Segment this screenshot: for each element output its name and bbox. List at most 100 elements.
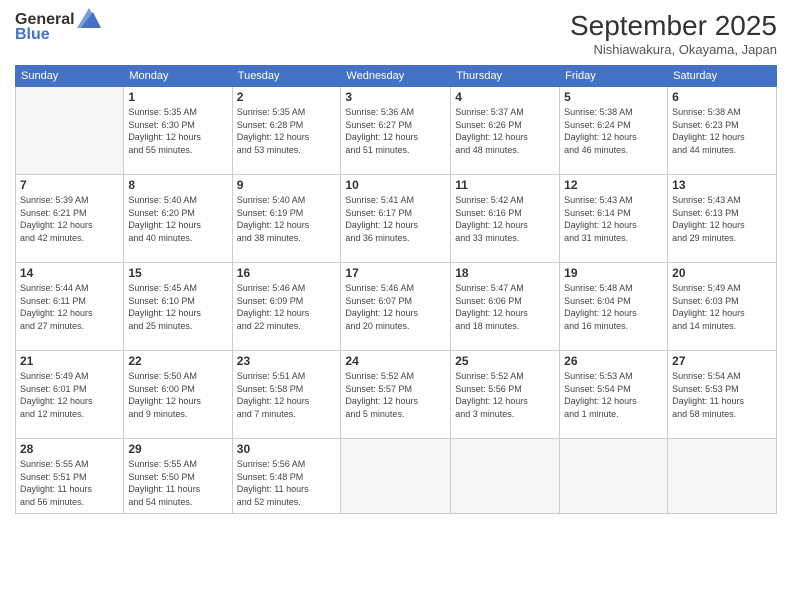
- day-number: 18: [455, 266, 555, 280]
- week-row-4: 28 Sunrise: 5:55 AMSunset: 5:51 PMDayligh…: [16, 439, 777, 514]
- day-info: Sunrise: 5:54 AMSunset: 5:53 PMDaylight:…: [672, 370, 772, 420]
- header-sunday: Sunday: [16, 66, 124, 87]
- day-info: Sunrise: 5:39 AMSunset: 6:21 PMDaylight:…: [20, 194, 119, 244]
- day-cell: 17 Sunrise: 5:46 AMSunset: 6:07 PMDayligh…: [341, 263, 451, 351]
- day-info: Sunrise: 5:38 AMSunset: 6:24 PMDaylight:…: [564, 106, 663, 156]
- day-info: Sunrise: 5:36 AMSunset: 6:27 PMDaylight:…: [345, 106, 446, 156]
- day-cell: 18 Sunrise: 5:47 AMSunset: 6:06 PMDayligh…: [451, 263, 560, 351]
- day-number: 24: [345, 354, 446, 368]
- day-number: 21: [20, 354, 119, 368]
- day-info: Sunrise: 5:41 AMSunset: 6:17 PMDaylight:…: [345, 194, 446, 244]
- day-info: Sunrise: 5:52 AMSunset: 5:57 PMDaylight:…: [345, 370, 446, 420]
- day-number: 22: [128, 354, 227, 368]
- day-info: Sunrise: 5:49 AMSunset: 6:03 PMDaylight:…: [672, 282, 772, 332]
- logo-blue: Blue: [15, 26, 50, 44]
- day-cell: 28 Sunrise: 5:55 AMSunset: 5:51 PMDayligh…: [16, 439, 124, 514]
- day-number: 10: [345, 178, 446, 192]
- day-number: 3: [345, 90, 446, 104]
- day-number: 12: [564, 178, 663, 192]
- day-number: 17: [345, 266, 446, 280]
- day-number: 29: [128, 442, 227, 456]
- day-cell: 12Sunrise: 5:43 AMSunset: 6:14 PMDayligh…: [560, 175, 668, 263]
- header-wednesday: Wednesday: [341, 66, 451, 87]
- title-section: September 2025 Nishiawakura, Okayama, Ja…: [570, 10, 777, 57]
- day-info: Sunrise: 5:56 AMSunset: 5:48 PMDaylight:…: [237, 458, 337, 508]
- day-info: Sunrise: 5:53 AMSunset: 5:54 PMDaylight:…: [564, 370, 663, 420]
- day-info: Sunrise: 5:45 AMSunset: 6:10 PMDaylight:…: [128, 282, 227, 332]
- day-info: Sunrise: 5:46 AMSunset: 6:09 PMDaylight:…: [237, 282, 337, 332]
- day-info: Sunrise: 5:47 AMSunset: 6:06 PMDaylight:…: [455, 282, 555, 332]
- day-cell: 9 Sunrise: 5:40 AMSunset: 6:19 PMDaylight…: [232, 175, 341, 263]
- day-number: 19: [564, 266, 663, 280]
- day-cell: 10 Sunrise: 5:41 AMSunset: 6:17 PMDayligh…: [341, 175, 451, 263]
- header-saturday: Saturday: [668, 66, 777, 87]
- day-number: 11: [455, 178, 555, 192]
- day-number: 16: [237, 266, 337, 280]
- day-info: Sunrise: 5:51 AMSunset: 5:58 PMDaylight:…: [237, 370, 337, 420]
- header-tuesday: Tuesday: [232, 66, 341, 87]
- day-cell: 24 Sunrise: 5:52 AMSunset: 5:57 PMDayligh…: [341, 351, 451, 439]
- day-number: 5: [564, 90, 663, 104]
- day-info: Sunrise: 5:49 AMSunset: 6:01 PMDaylight:…: [20, 370, 119, 420]
- day-info: Sunrise: 5:55 AMSunset: 5:50 PMDaylight:…: [128, 458, 227, 508]
- logo-icon: [77, 8, 101, 28]
- day-info: Sunrise: 5:44 AMSunset: 6:11 PMDaylight:…: [20, 282, 119, 332]
- day-cell: 27 Sunrise: 5:54 AMSunset: 5:53 PMDayligh…: [668, 351, 777, 439]
- day-number: 1: [128, 90, 227, 104]
- header-thursday: Thursday: [451, 66, 560, 87]
- day-cell: 4 Sunrise: 5:37 AMSunset: 6:26 PMDaylight…: [451, 87, 560, 175]
- day-cell: 8 Sunrise: 5:40 AMSunset: 6:20 PMDaylight…: [124, 175, 232, 263]
- day-number: 6: [672, 90, 772, 104]
- day-info: Sunrise: 5:50 AMSunset: 6:00 PMDaylight:…: [128, 370, 227, 420]
- day-cell: 6 Sunrise: 5:38 AMSunset: 6:23 PMDaylight…: [668, 87, 777, 175]
- day-info: Sunrise: 5:40 AMSunset: 6:19 PMDaylight:…: [237, 194, 337, 244]
- day-number: 9: [237, 178, 337, 192]
- week-row-3: 21 Sunrise: 5:49 AMSunset: 6:01 PMDayligh…: [16, 351, 777, 439]
- day-cell: 2 Sunrise: 5:35 AMSunset: 6:28 PMDaylight…: [232, 87, 341, 175]
- day-info: Sunrise: 5:55 AMSunset: 5:51 PMDaylight:…: [20, 458, 119, 508]
- day-info: Sunrise: 5:35 AMSunset: 6:28 PMDaylight:…: [237, 106, 337, 156]
- day-number: 30: [237, 442, 337, 456]
- day-number: 7: [20, 178, 119, 192]
- calendar: Sunday Monday Tuesday Wednesday Thursday…: [15, 65, 777, 514]
- header-monday: Monday: [124, 66, 232, 87]
- weekday-header-row: Sunday Monday Tuesday Wednesday Thursday…: [16, 66, 777, 87]
- day-number: 2: [237, 90, 337, 104]
- day-info: Sunrise: 5:46 AMSunset: 6:07 PMDaylight:…: [345, 282, 446, 332]
- header-friday: Friday: [560, 66, 668, 87]
- day-cell: 25 Sunrise: 5:52 AMSunset: 5:56 PMDayligh…: [451, 351, 560, 439]
- month-title: September 2025: [570, 10, 777, 42]
- day-cell: 15 Sunrise: 5:45 AMSunset: 6:10 PMDayligh…: [124, 263, 232, 351]
- day-number: 13: [672, 178, 772, 192]
- day-cell: 14Sunrise: 5:44 AMSunset: 6:11 PMDayligh…: [16, 263, 124, 351]
- day-cell: [341, 439, 451, 514]
- day-number: 27: [672, 354, 772, 368]
- day-info: Sunrise: 5:38 AMSunset: 6:23 PMDaylight:…: [672, 106, 772, 156]
- day-number: 28: [20, 442, 119, 456]
- day-number: 25: [455, 354, 555, 368]
- day-number: 23: [237, 354, 337, 368]
- day-number: 26: [564, 354, 663, 368]
- day-cell: 7 Sunrise: 5:39 AMSunset: 6:21 PMDaylight…: [16, 175, 124, 263]
- day-cell: [668, 439, 777, 514]
- day-number: 4: [455, 90, 555, 104]
- day-cell: 29 Sunrise: 5:55 AMSunset: 5:50 PMDayligh…: [124, 439, 232, 514]
- page: General Blue September 2025 Nishiawakura…: [0, 0, 792, 612]
- day-info: Sunrise: 5:43 AMSunset: 6:13 PMDaylight:…: [672, 194, 772, 244]
- day-info: Sunrise: 5:42 AMSunset: 6:16 PMDaylight:…: [455, 194, 555, 244]
- day-number: 15: [128, 266, 227, 280]
- day-cell: 21 Sunrise: 5:49 AMSunset: 6:01 PMDayligh…: [16, 351, 124, 439]
- day-info: Sunrise: 5:40 AMSunset: 6:20 PMDaylight:…: [128, 194, 227, 244]
- day-info: Sunrise: 5:48 AMSunset: 6:04 PMDaylight:…: [564, 282, 663, 332]
- day-cell: 23 Sunrise: 5:51 AMSunset: 5:58 PMDayligh…: [232, 351, 341, 439]
- week-row-0: 1Sunrise: 5:35 AMSunset: 6:30 PMDaylight…: [16, 87, 777, 175]
- day-number: 8: [128, 178, 227, 192]
- day-cell: 11 Sunrise: 5:42 AMSunset: 6:16 PMDayligh…: [451, 175, 560, 263]
- day-cell: 20Sunrise: 5:49 AMSunset: 6:03 PMDayligh…: [668, 263, 777, 351]
- day-cell: 13 Sunrise: 5:43 AMSunset: 6:13 PMDayligh…: [668, 175, 777, 263]
- day-cell: 19 Sunrise: 5:48 AMSunset: 6:04 PMDayligh…: [560, 263, 668, 351]
- day-info: Sunrise: 5:37 AMSunset: 6:26 PMDaylight:…: [455, 106, 555, 156]
- day-info: Sunrise: 5:52 AMSunset: 5:56 PMDaylight:…: [455, 370, 555, 420]
- day-cell: 5 Sunrise: 5:38 AMSunset: 6:24 PMDaylight…: [560, 87, 668, 175]
- week-row-2: 14Sunrise: 5:44 AMSunset: 6:11 PMDayligh…: [16, 263, 777, 351]
